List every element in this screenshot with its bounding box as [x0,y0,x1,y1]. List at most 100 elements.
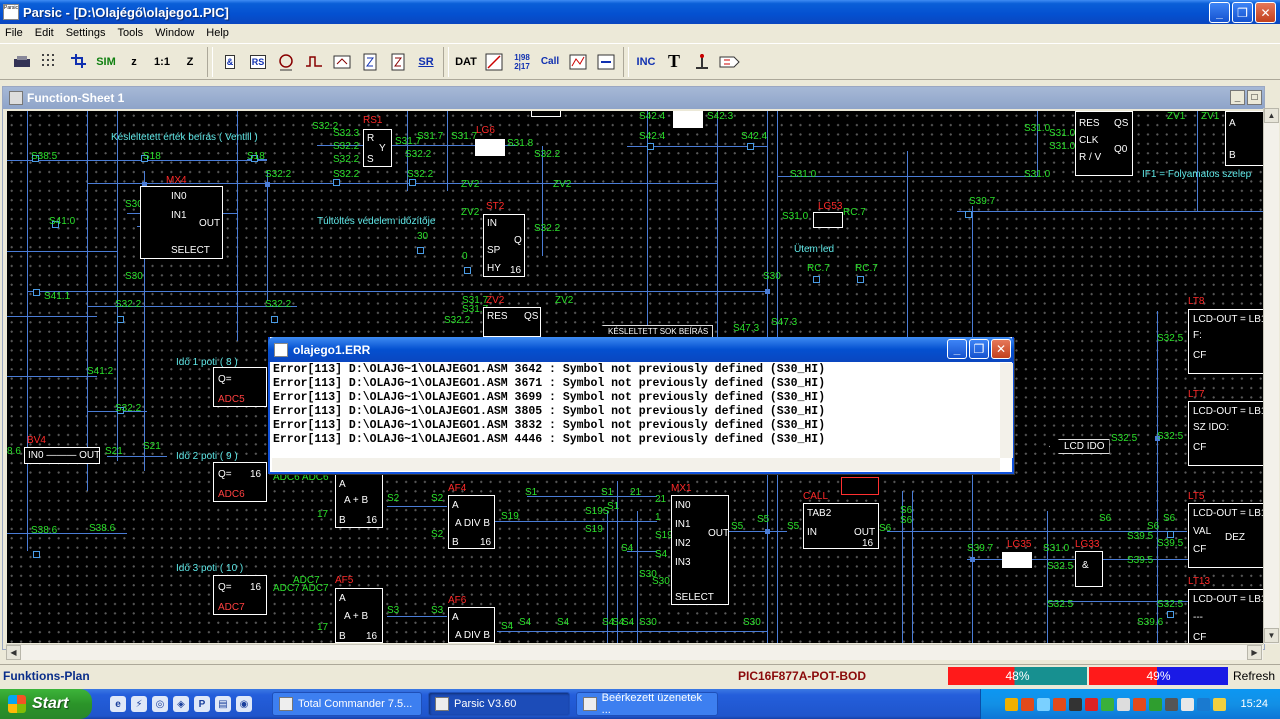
adder-block[interactable]: A A + B B 16 [335,474,383,528]
lcd-block-lt5[interactable]: LCD-OUT = LB1 VAL DEZ CF [1188,503,1263,568]
quicklaunch-icon[interactable]: ⚡ [131,696,147,712]
logic-gate-lg6[interactable] [475,139,505,156]
error-line[interactable]: Error[113] D:\OLAJG~1\OLAJEGO1.ASM 4446 … [273,433,1000,447]
lcd-block-lt7[interactable]: LCD-OUT = LB1 SZ IDO: CF [1188,401,1263,466]
error-maximize-button[interactable]: ❐ [969,339,989,359]
byte-block-icon[interactable] [593,49,619,75]
and-gate-lg33[interactable]: & [1075,551,1103,587]
error-line[interactable]: Error[113] D:\OLAJG~1\OLAJEGO1.ASM 3805 … [273,405,1000,419]
menu-edit[interactable]: Edit [30,27,61,39]
zoom-in-button[interactable]: Z [177,49,203,75]
zoom-out-button[interactable]: z [121,49,147,75]
data-button[interactable]: DAT [453,49,479,75]
quicklaunch-icon[interactable]: ◈ [173,696,189,712]
scroll-down-icon[interactable]: ▼ [1264,628,1279,643]
error-minimize-button[interactable]: _ [947,339,967,359]
clock[interactable]: 15:24 [1240,698,1268,710]
tray-icon[interactable] [1021,697,1035,711]
block-top[interactable] [531,111,561,117]
tray-icon[interactable] [1213,697,1227,711]
mux-block-mx1[interactable]: IN0 IN1 OUT IN2 IN3 SELECT [671,495,729,605]
grid-icon[interactable] [37,49,63,75]
adc-block-ido2[interactable]: Q= 16 ADC6 [213,462,267,502]
task-total-commander[interactable]: Total Commander 7.5... [272,692,422,716]
call-block-tab2[interactable]: TAB2 IN OUT 16 [803,503,879,549]
tray-icon[interactable] [1181,697,1195,711]
tray-icon[interactable] [1165,697,1179,711]
and-gate-button[interactable]: & [217,49,243,75]
register-block-zv2[interactable]: RES QS [483,307,541,337]
bit-variable-bv4[interactable]: IN0 ——— OUT [24,447,100,464]
logic-gate-lg35[interactable] [1002,552,1032,568]
scroll-left-icon[interactable]: ◀ [6,645,21,660]
function-sheet-titlebar[interactable]: Function-Sheet 1 _ □ [3,87,1264,109]
tray-icon[interactable] [1149,697,1163,711]
tray-icon[interactable] [1101,697,1115,711]
tray-icon[interactable] [1085,697,1099,711]
quicklaunch-firefox-icon[interactable]: ◉ [236,696,252,712]
error-vertical-scrollbar[interactable] [1000,363,1013,458]
menu-tools[interactable]: Tools [112,27,150,39]
text-tool-button[interactable]: T [661,49,687,75]
horizontal-scrollbar[interactable]: ◀ ▶ [6,644,1263,660]
pulse-icon[interactable] [301,49,327,75]
menu-window[interactable]: Window [150,27,201,39]
main-titlebar[interactable]: Parsic Parsic - [D:\Olajégő\olajego1.PIC… [0,0,1280,24]
error-line[interactable]: Error[113] D:\OLAJG~1\OLAJEGO1.ASM 3832 … [273,419,1000,433]
tray-icon[interactable] [1133,697,1147,711]
call-button[interactable]: Call [537,49,563,75]
close-button[interactable]: ✕ [1255,2,1276,23]
zoom-1to1-button[interactable]: 1:1 [149,49,175,75]
lcd-block-lt8[interactable]: LCD-OUT = LB1 F: CF [1188,309,1263,374]
error-line[interactable]: Error[113] D:\OLAJG~1\OLAJEGO1.ASM 3699 … [273,391,1000,405]
tray-icon[interactable] [1117,697,1131,711]
start-button[interactable]: Start [0,689,92,719]
task-inbox[interactable]: Beérkezett üzenetek ... [576,692,718,716]
logic-gate-lg53[interactable] [813,212,843,228]
tray-icon[interactable] [1005,697,1019,711]
ramp-icon[interactable] [481,49,507,75]
scroll-up-icon[interactable]: ▲ [1264,108,1279,123]
restore-button[interactable]: ❐ [1232,2,1253,23]
error-line[interactable]: Error[113] D:\OLAJG~1\OLAJEGO1.ASM 3642 … [273,363,1000,377]
adc-block-ido1[interactable]: Q= ADC5 [213,367,267,407]
menu-file[interactable]: File [0,27,30,39]
logic-gate[interactable] [673,111,703,128]
scroll-right-icon[interactable]: ▶ [1247,645,1262,660]
max-block-icon[interactable] [565,49,591,75]
tray-icon[interactable] [1069,697,1083,711]
port-icon[interactable] [717,49,743,75]
connector-icon[interactable] [689,49,715,75]
sheet-minimize-button[interactable]: _ [1230,90,1245,105]
counter-icon[interactable] [329,49,355,75]
minimize-button[interactable]: _ [1209,2,1230,23]
rs-flipflop-button[interactable]: RS [245,49,271,75]
tray-icon[interactable] [1037,697,1051,711]
zdiv-icon[interactable] [357,49,383,75]
quicklaunch-icon[interactable]: ▤ [215,696,231,712]
rs-block-rs1[interactable]: R Y S [363,129,392,167]
wire-tool-icon[interactable] [65,49,91,75]
refresh-button[interactable]: Refresh [1233,667,1275,685]
sheet-maximize-button[interactable]: □ [1247,90,1262,105]
timer-block-st2[interactable]: IN Q SP HY 16 [483,214,525,277]
tray-icon[interactable] [1197,697,1211,711]
error-list-window[interactable]: olajego1.ERR _ ❐ ✕ Error[113] D:\OLAJG~1… [268,337,1014,474]
adc-block-ido3[interactable]: Q= 16 ADC7 [213,575,267,615]
menu-settings[interactable]: Settings [61,27,113,39]
adder-block-af5[interactable]: A A + B B 16 [335,588,383,643]
lcd-block-lt13[interactable]: LCD-OUT = LB1 --- CF [1188,589,1263,643]
register-block-zv1[interactable]: RES QS CLK Q0 R / V [1075,111,1133,176]
shift-register-button[interactable]: SR [413,49,439,75]
increment-button[interactable]: INC [633,49,659,75]
task-parsic[interactable]: Parsic V3.60 [428,692,570,716]
quicklaunch-icon[interactable]: P [194,696,210,712]
mux-block-mx4[interactable]: IN0 IN1 OUT SELECT [140,186,223,259]
error-line[interactable]: Error[113] D:\OLAJG~1\OLAJEGO1.ASM 3671 … [273,377,1000,391]
quicklaunch-ie-icon[interactable]: e [110,696,126,712]
compare-block[interactable]: A B [1225,111,1263,166]
error-close-button[interactable]: ✕ [991,339,1011,359]
divider-block-af6[interactable]: A A DIV B [448,607,495,643]
simulation-button[interactable]: SIM [93,49,119,75]
lcd-ido-tag[interactable]: LCD IDO [1049,439,1110,454]
